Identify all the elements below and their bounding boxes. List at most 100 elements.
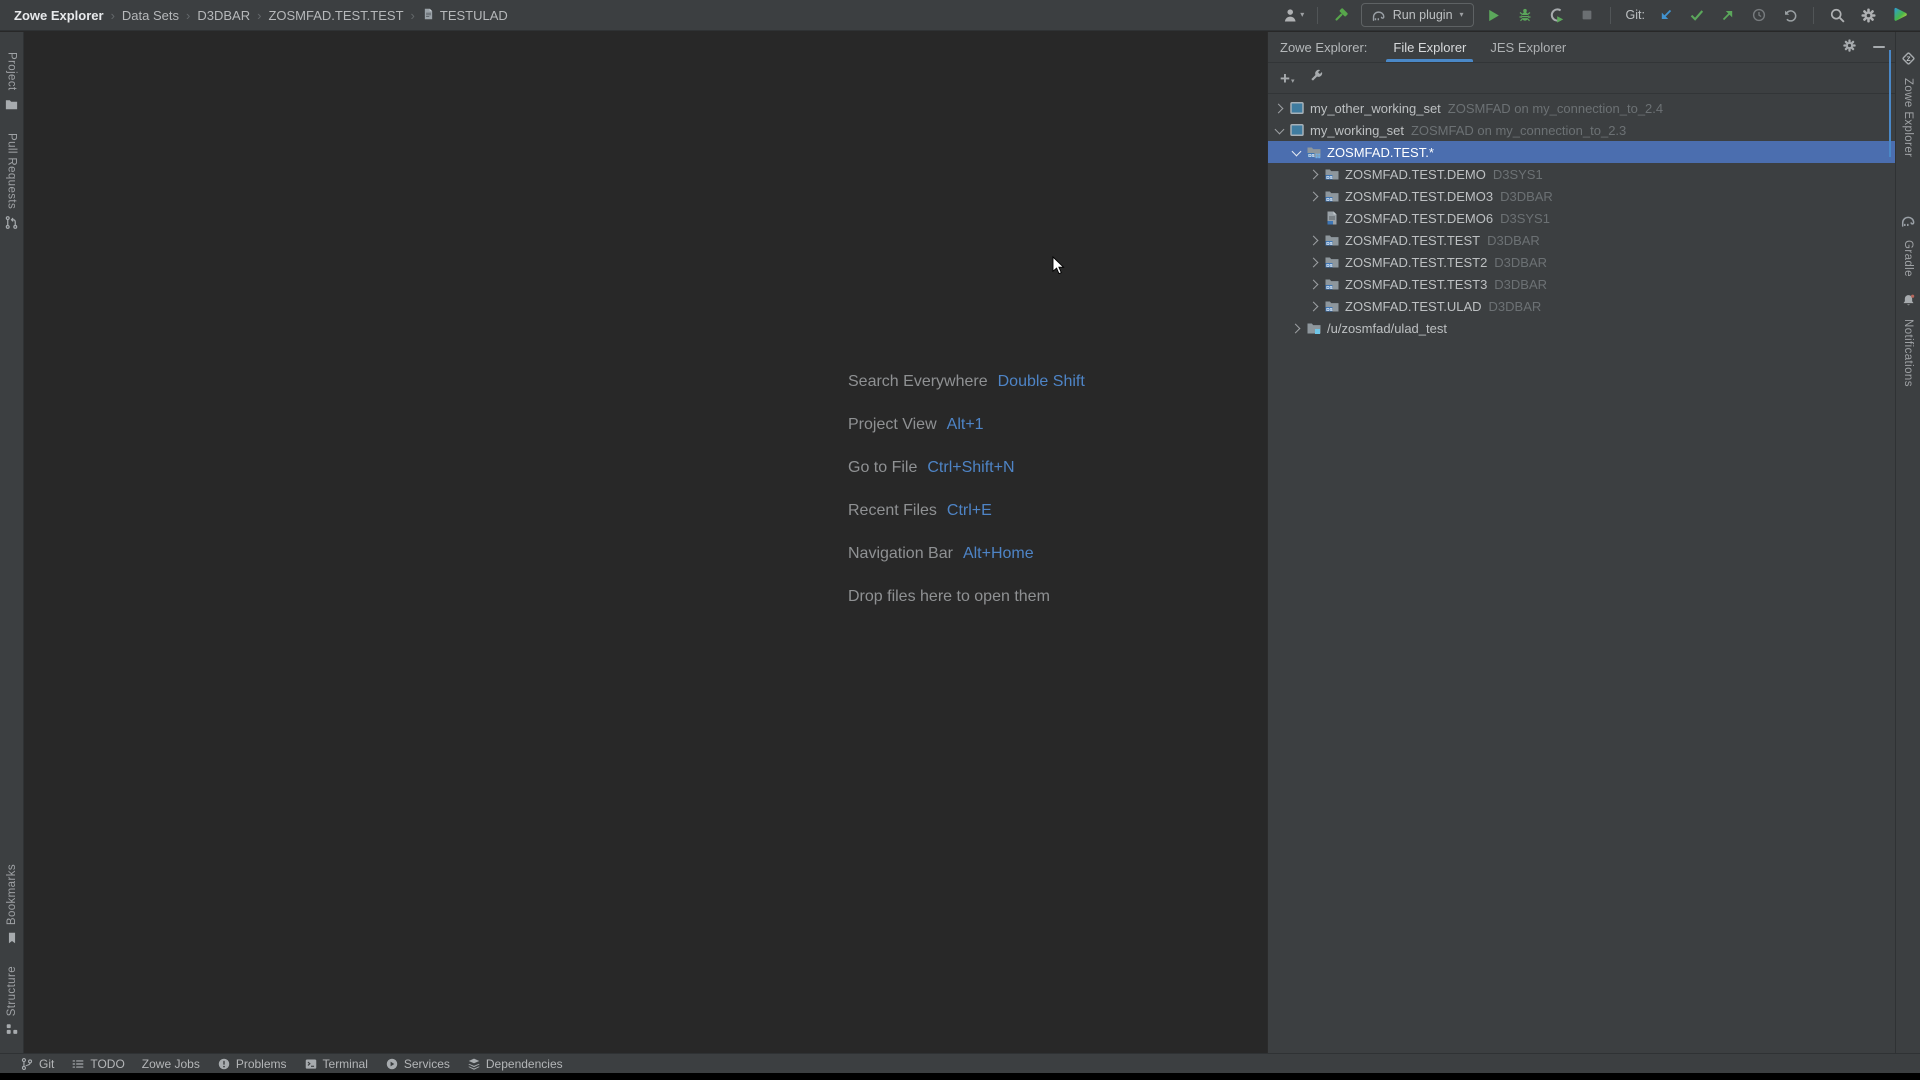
sidebar-item-zowe-explorer[interactable]: Z Zowe Explorer bbox=[1900, 50, 1917, 157]
breadcrumb-zowe-explorer[interactable]: Zowe Explorer bbox=[14, 8, 104, 23]
hint-go-to-file: Go to File Ctrl+Shift+N bbox=[848, 458, 1085, 478]
tree-row-dataset-mask-selected[interactable]: DS ZOSMFAD.TEST.* bbox=[1268, 141, 1895, 163]
settings-gear-icon[interactable] bbox=[1857, 4, 1879, 26]
history-clock-icon[interactable] bbox=[1748, 4, 1770, 26]
wrench-settings-icon[interactable] bbox=[1309, 68, 1324, 88]
panel-title: Zowe Explorer: bbox=[1280, 32, 1367, 62]
chevron-right-icon[interactable] bbox=[1272, 105, 1287, 112]
breadcrumb-separator: › bbox=[111, 8, 115, 23]
tree-row-dataset[interactable]: DS ZOSMFAD.TEST.TEST3 D3DBAR bbox=[1268, 273, 1895, 295]
git-commit-check-icon[interactable] bbox=[1686, 4, 1708, 26]
tab-jes-explorer[interactable]: JES Explorer bbox=[1478, 32, 1578, 62]
breadcrumb-volume[interactable]: D3DBAR bbox=[197, 8, 250, 23]
tree-row-dataset[interactable]: DS ZOSMFAD.TEST.TEST D3DBAR bbox=[1268, 229, 1895, 251]
tree-row-dataset[interactable]: DS ZOSMFAD.TEST.ULAD D3DBAR bbox=[1268, 295, 1895, 317]
sidebar-item-bookmarks[interactable]: Bookmarks bbox=[5, 864, 19, 950]
stop-icon[interactable] bbox=[1576, 4, 1598, 26]
shortcut-link[interactable]: Alt+Home bbox=[963, 544, 1034, 564]
hint-project-view: Project View Alt+1 bbox=[848, 415, 1085, 435]
chevron-right-icon[interactable] bbox=[1307, 303, 1322, 310]
shortcut-link[interactable]: Ctrl+Shift+N bbox=[927, 458, 1014, 478]
chevron-right-icon[interactable] bbox=[1289, 325, 1304, 332]
shortcut-link[interactable]: Alt+1 bbox=[947, 415, 984, 435]
sidebar-item-pull-requests[interactable]: Pull Requests bbox=[4, 133, 19, 235]
add-icon[interactable]: +▾ bbox=[1280, 71, 1294, 86]
gradle-elephant-icon bbox=[1900, 213, 1916, 234]
run-icon[interactable] bbox=[1483, 4, 1505, 26]
svg-text:DS: DS bbox=[1326, 197, 1332, 202]
dataset-pds-icon: DS bbox=[1324, 166, 1340, 182]
search-everywhere-icon[interactable] bbox=[1826, 4, 1848, 26]
statusbar-git[interactable]: Git bbox=[20, 1057, 54, 1071]
tree-row-dataset[interactable]: DS ZOSMFAD.TEST.DEMO3 D3DBAR bbox=[1268, 185, 1895, 207]
toolbar-divider bbox=[1813, 7, 1814, 24]
breadcrumb-member[interactable]: TESTULAD bbox=[422, 7, 508, 24]
svg-text:DS: DS bbox=[1308, 153, 1314, 158]
dataset-pds-icon: DS bbox=[1324, 232, 1340, 248]
terminal-icon bbox=[304, 1057, 318, 1071]
svg-text:DS: DS bbox=[1326, 175, 1332, 180]
statusbar-problems[interactable]: Problems bbox=[217, 1057, 287, 1071]
chevron-right-icon[interactable] bbox=[1307, 281, 1322, 288]
toolbar-divider bbox=[1317, 7, 1318, 24]
svg-text:Z: Z bbox=[1906, 56, 1910, 63]
svg-text:DS: DS bbox=[1326, 241, 1332, 246]
rollback-undo-icon[interactable] bbox=[1779, 4, 1801, 26]
sidebar-item-gradle[interactable]: Gradle bbox=[1900, 213, 1916, 277]
run-configuration-select[interactable]: Run plugin ▾ bbox=[1361, 3, 1474, 27]
panel-toolbar: +▾ bbox=[1268, 63, 1895, 94]
top-bar: Zowe Explorer › Data Sets › D3DBAR › ZOS… bbox=[0, 0, 1920, 31]
services-icon bbox=[385, 1057, 399, 1071]
breadcrumb: Zowe Explorer › Data Sets › D3DBAR › ZOS… bbox=[14, 7, 508, 24]
debug-icon[interactable] bbox=[1514, 4, 1536, 26]
tree-row-working-set[interactable]: my_working_set ZOSMFAD on my_connection_… bbox=[1268, 119, 1895, 141]
git-push-icon[interactable] bbox=[1717, 4, 1739, 26]
tree-row-sequential-dataset[interactable]: ZOSMFAD.TEST.DEMO6 D3SYS1 bbox=[1268, 207, 1895, 229]
todo-list-icon bbox=[71, 1057, 85, 1071]
sidebar-item-structure[interactable]: Structure bbox=[5, 966, 19, 1041]
statusbar-dependencies[interactable]: Dependencies bbox=[467, 1057, 563, 1071]
run-with-coverage-icon[interactable] bbox=[1545, 4, 1567, 26]
svg-text:DS: DS bbox=[1326, 285, 1332, 290]
chevron-right-icon[interactable] bbox=[1307, 193, 1322, 200]
zowe-diamond-icon: Z bbox=[1900, 50, 1917, 72]
statusbar-zowe-jobs[interactable]: Zowe Jobs bbox=[142, 1057, 200, 1071]
dataset-pds-icon: DS bbox=[1324, 298, 1340, 314]
git-update-icon[interactable] bbox=[1655, 4, 1677, 26]
breadcrumb-dataset[interactable]: ZOSMFAD.TEST.TEST bbox=[268, 8, 403, 23]
chevron-right-icon[interactable] bbox=[1307, 237, 1322, 244]
shortcut-link[interactable]: Ctrl+E bbox=[947, 501, 992, 521]
chevron-right-icon[interactable] bbox=[1307, 259, 1322, 266]
sidebar-item-project[interactable]: Project bbox=[4, 52, 19, 117]
chevron-down-icon[interactable] bbox=[1289, 150, 1304, 155]
chevron-right-icon[interactable] bbox=[1307, 171, 1322, 178]
user-account-icon[interactable]: ▾ bbox=[1283, 4, 1305, 26]
git-branch-icon bbox=[20, 1057, 34, 1071]
uss-folder-icon bbox=[1306, 320, 1322, 336]
learn-plugin-colorful-icon[interactable] bbox=[1888, 4, 1910, 26]
statusbar-terminal[interactable]: Terminal bbox=[304, 1057, 368, 1071]
tree-row-uss-path[interactable]: /u/zosmfad/ulad_test bbox=[1268, 317, 1895, 339]
chevron-down-icon[interactable] bbox=[1272, 128, 1287, 133]
main-toolbar: ▾ Run plugin ▾ Git: bbox=[1283, 3, 1910, 27]
tree-row-dataset[interactable]: DS ZOSMFAD.TEST.DEMO D3SYS1 bbox=[1268, 163, 1895, 185]
statusbar-services[interactable]: Services bbox=[385, 1057, 450, 1071]
tab-file-explorer[interactable]: File Explorer bbox=[1381, 32, 1478, 62]
breadcrumb-data-sets[interactable]: Data Sets bbox=[122, 8, 179, 23]
breadcrumb-separator: › bbox=[411, 8, 415, 23]
sequential-dataset-icon bbox=[1324, 210, 1340, 226]
svg-text:DS: DS bbox=[1326, 307, 1332, 312]
dataset-pds-icon: DS bbox=[1324, 188, 1340, 204]
tree-row-working-set[interactable]: my_other_working_set ZOSMFAD on my_conne… bbox=[1268, 97, 1895, 119]
build-hammer-icon[interactable] bbox=[1330, 4, 1352, 26]
svg-text:DS: DS bbox=[1326, 263, 1332, 268]
panel-settings-gear-icon[interactable] bbox=[1842, 38, 1857, 56]
dataset-pds-icon: DS bbox=[1324, 254, 1340, 270]
panel-minimize-icon[interactable] bbox=[1873, 46, 1885, 48]
hint-drop-files: Drop files here to open them bbox=[848, 587, 1085, 607]
sidebar-item-notifications[interactable]: Notifications bbox=[1901, 293, 1916, 387]
hint-search-everywhere: Search Everywhere Double Shift bbox=[848, 372, 1085, 392]
statusbar-todo[interactable]: TODO bbox=[71, 1057, 124, 1071]
shortcut-link[interactable]: Double Shift bbox=[998, 372, 1085, 392]
tree-row-dataset[interactable]: DS ZOSMFAD.TEST.TEST2 D3DBAR bbox=[1268, 251, 1895, 273]
